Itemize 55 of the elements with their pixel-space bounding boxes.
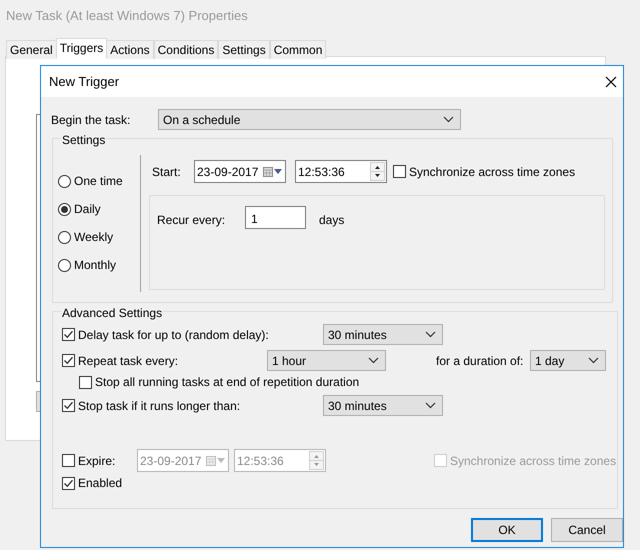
dropdown[interactable]: 1 hour: [267, 350, 386, 371]
calendar-icon[interactable]: [263, 166, 273, 176]
recur-input[interactable]: 1: [245, 206, 306, 229]
radio-button[interactable]: [58, 202, 71, 216]
checkbox-label: Repeat task every:: [78, 352, 178, 370]
window-title: New Task (At least Windows 7) Properties: [6, 7, 248, 25]
checkbox[interactable]: [62, 454, 75, 467]
caret-icon[interactable]: [274, 169, 282, 174]
checkbox-label: Delay task for up to (random delay):: [78, 326, 269, 344]
dropdown[interactable]: 1 day: [530, 350, 606, 371]
checkbox-label: Expire:: [78, 452, 116, 470]
chevron-down-icon: [588, 357, 599, 364]
close-icon[interactable]: [605, 76, 617, 88]
tab[interactable]: Common: [270, 40, 326, 59]
checkbox-label: Synchronize across time zones: [409, 164, 576, 180]
radio-button[interactable]: [58, 230, 71, 244]
date-field[interactable]: 23-09-2017: [194, 160, 286, 183]
radio-button[interactable]: [58, 258, 71, 272]
dialog-button[interactable]: Cancel: [551, 518, 623, 542]
dialog-button[interactable]: OK: [471, 518, 543, 542]
tab[interactable]: Actions: [106, 40, 154, 59]
checkbox[interactable]: [62, 328, 75, 341]
radio-button[interactable]: [58, 174, 71, 188]
field-label: for a duration of:: [436, 352, 524, 370]
tab[interactable]: Conditions: [154, 40, 218, 59]
checkbox[interactable]: [62, 399, 75, 412]
chevron-down-icon: [425, 402, 436, 409]
checkbox-label: Stop task if it runs longer than:: [78, 398, 240, 414]
chevron-down-icon: [368, 357, 379, 364]
radio-label: Monthly: [74, 257, 116, 274]
checkbox-label: Synchronize across time zones: [450, 452, 616, 470]
tab[interactable]: Settings: [218, 40, 270, 59]
checkbox-label: Enabled: [78, 475, 122, 492]
time-field[interactable]: 12:53:36: [295, 160, 387, 183]
chevron-down-icon: [443, 116, 454, 123]
radio-label: Weekly: [74, 229, 114, 246]
checkbox[interactable]: [79, 376, 92, 388]
checkbox-label: Stop all running tasks at end of repetition duration: [95, 374, 360, 391]
checkbox[interactable]: [62, 476, 75, 490]
unit-label: days: [319, 212, 344, 229]
tab[interactable]: General: [6, 40, 57, 59]
dropdown[interactable]: 30 minutes: [323, 324, 443, 345]
dropdown[interactable]: On a schedule: [158, 109, 461, 130]
checkbox[interactable]: [62, 354, 75, 367]
field-label: Recur every:: [157, 212, 226, 229]
spin-buttons[interactable]: [370, 162, 385, 181]
radio-label: One time: [74, 173, 123, 190]
field-label: Begin the task:: [51, 112, 132, 128]
tab[interactable]: Triggers: [56, 38, 108, 59]
radio-label: Daily: [74, 201, 101, 218]
checkbox[interactable]: [393, 165, 406, 178]
chevron-down-icon: [425, 331, 436, 338]
field-label: Start:: [152, 164, 182, 180]
dialog-title: New Trigger: [49, 72, 120, 91]
dropdown[interactable]: 30 minutes: [323, 395, 443, 416]
